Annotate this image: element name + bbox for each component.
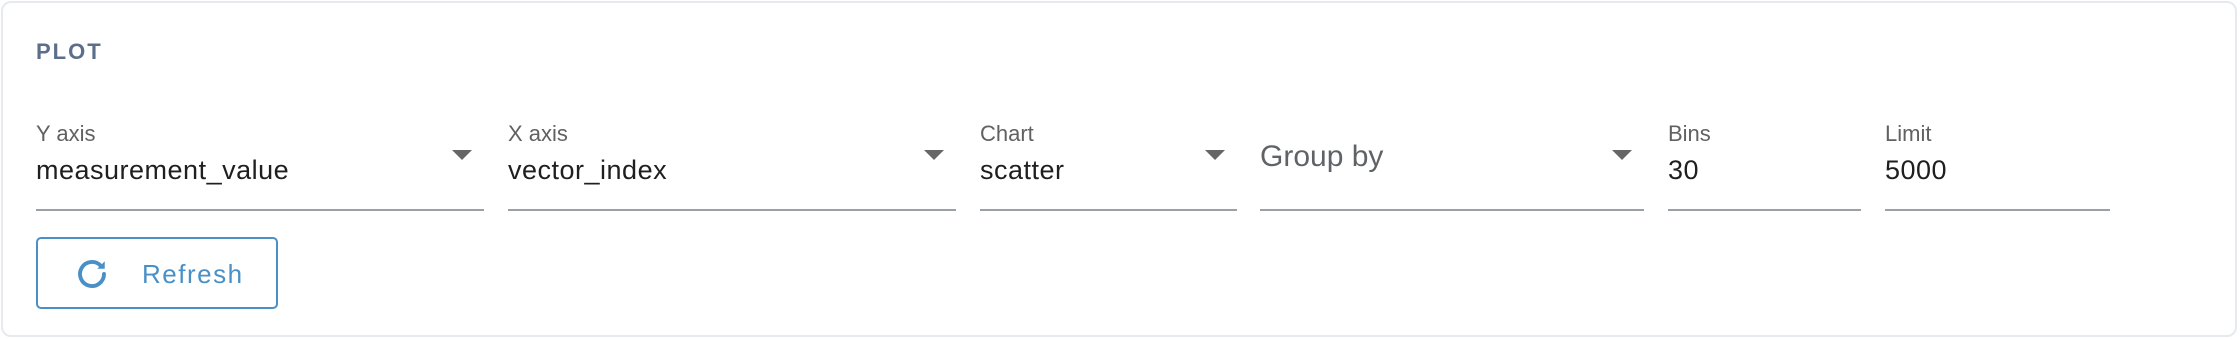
- x-axis-label: X axis: [508, 121, 568, 146]
- caret-down-icon: [452, 150, 472, 160]
- refresh-icon: [78, 260, 106, 288]
- refresh-button[interactable]: Refresh: [36, 237, 278, 309]
- chart-type-value: scatter: [980, 155, 1065, 185]
- chart-type-select[interactable]: Chart scatter: [980, 115, 1237, 211]
- bins-label: Bins: [1668, 121, 1711, 146]
- y-axis-value: measurement_value: [36, 155, 290, 185]
- group-by-placeholder: Group by: [1260, 140, 1384, 173]
- limit-input[interactable]: Limit 5000: [1885, 115, 2110, 211]
- x-axis-select[interactable]: X axis vector_index: [508, 115, 956, 211]
- chart-type-label: Chart: [980, 121, 1034, 146]
- plot-panel: PLOT Y axis measurement_value X axis vec…: [1, 1, 2237, 337]
- caret-down-icon: [924, 150, 944, 160]
- bins-value: 30: [1668, 155, 1700, 185]
- bins-input[interactable]: Bins 30: [1668, 115, 1861, 211]
- section-title: PLOT: [36, 39, 103, 64]
- limit-value: 5000: [1885, 155, 1948, 185]
- limit-label: Limit: [1885, 121, 1932, 146]
- group-by-select[interactable]: Group by: [1260, 115, 1644, 211]
- x-axis-value: vector_index: [508, 155, 668, 185]
- caret-down-icon: [1612, 150, 1632, 160]
- y-axis-label: Y axis: [36, 121, 96, 146]
- refresh-label: Refresh: [142, 259, 244, 289]
- caret-down-icon: [1205, 150, 1225, 160]
- y-axis-select[interactable]: Y axis measurement_value: [36, 115, 484, 211]
